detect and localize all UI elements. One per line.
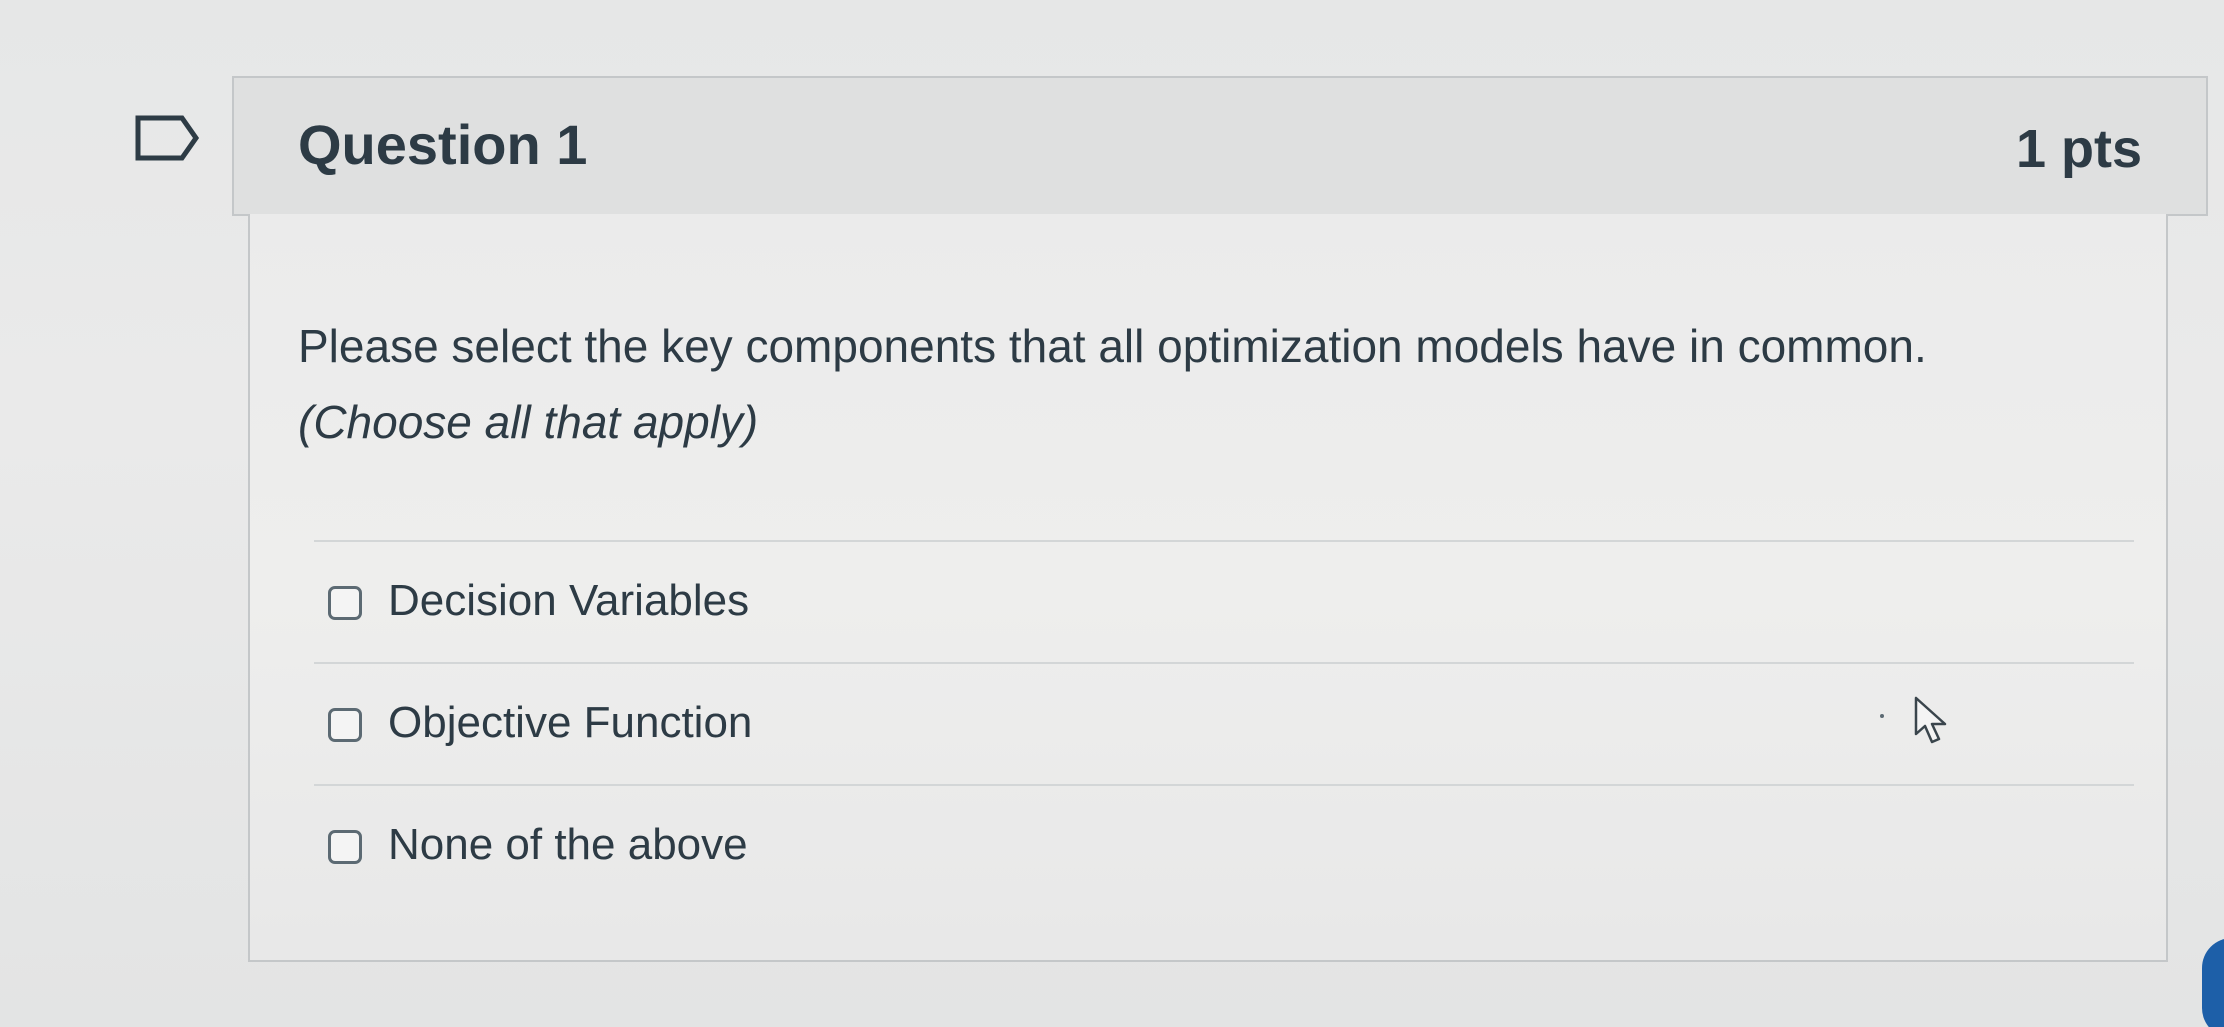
answer-label[interactable]: Decision Variables bbox=[388, 576, 749, 626]
question-prompt: Please select the key components that al… bbox=[298, 308, 2158, 460]
answer-list: Decision Variables Objective Function No… bbox=[314, 540, 2134, 906]
question-header: Question 1 1 pts bbox=[232, 76, 2208, 216]
question-points: 1 pts bbox=[2015, 119, 2142, 179]
question-body: Please select the key components that al… bbox=[248, 214, 2168, 962]
flag-question-icon[interactable] bbox=[134, 114, 200, 162]
screen-speck bbox=[1880, 714, 1884, 718]
answer-checkbox[interactable] bbox=[328, 708, 362, 742]
answer-option-none-of-the-above[interactable]: None of the above bbox=[314, 784, 2134, 906]
question-title: Question 1 bbox=[298, 113, 588, 176]
answer-label[interactable]: Objective Function bbox=[388, 698, 752, 748]
answer-checkbox[interactable] bbox=[328, 586, 362, 620]
question-text: Please select the key components that al… bbox=[298, 320, 1927, 372]
question-instruction: (Choose all that apply) bbox=[298, 396, 759, 448]
mouse-pointer-icon bbox=[1914, 696, 1947, 744]
answer-checkbox[interactable] bbox=[328, 830, 362, 864]
answer-label[interactable]: None of the above bbox=[388, 820, 748, 870]
question-card: Question 1 1 pts Please select the key c… bbox=[232, 76, 2208, 966]
answer-option-decision-variables[interactable]: Decision Variables bbox=[314, 540, 2134, 662]
quiz-page: Question 1 1 pts Please select the key c… bbox=[0, 0, 2224, 1027]
answer-option-objective-function[interactable]: Objective Function bbox=[314, 662, 2134, 784]
